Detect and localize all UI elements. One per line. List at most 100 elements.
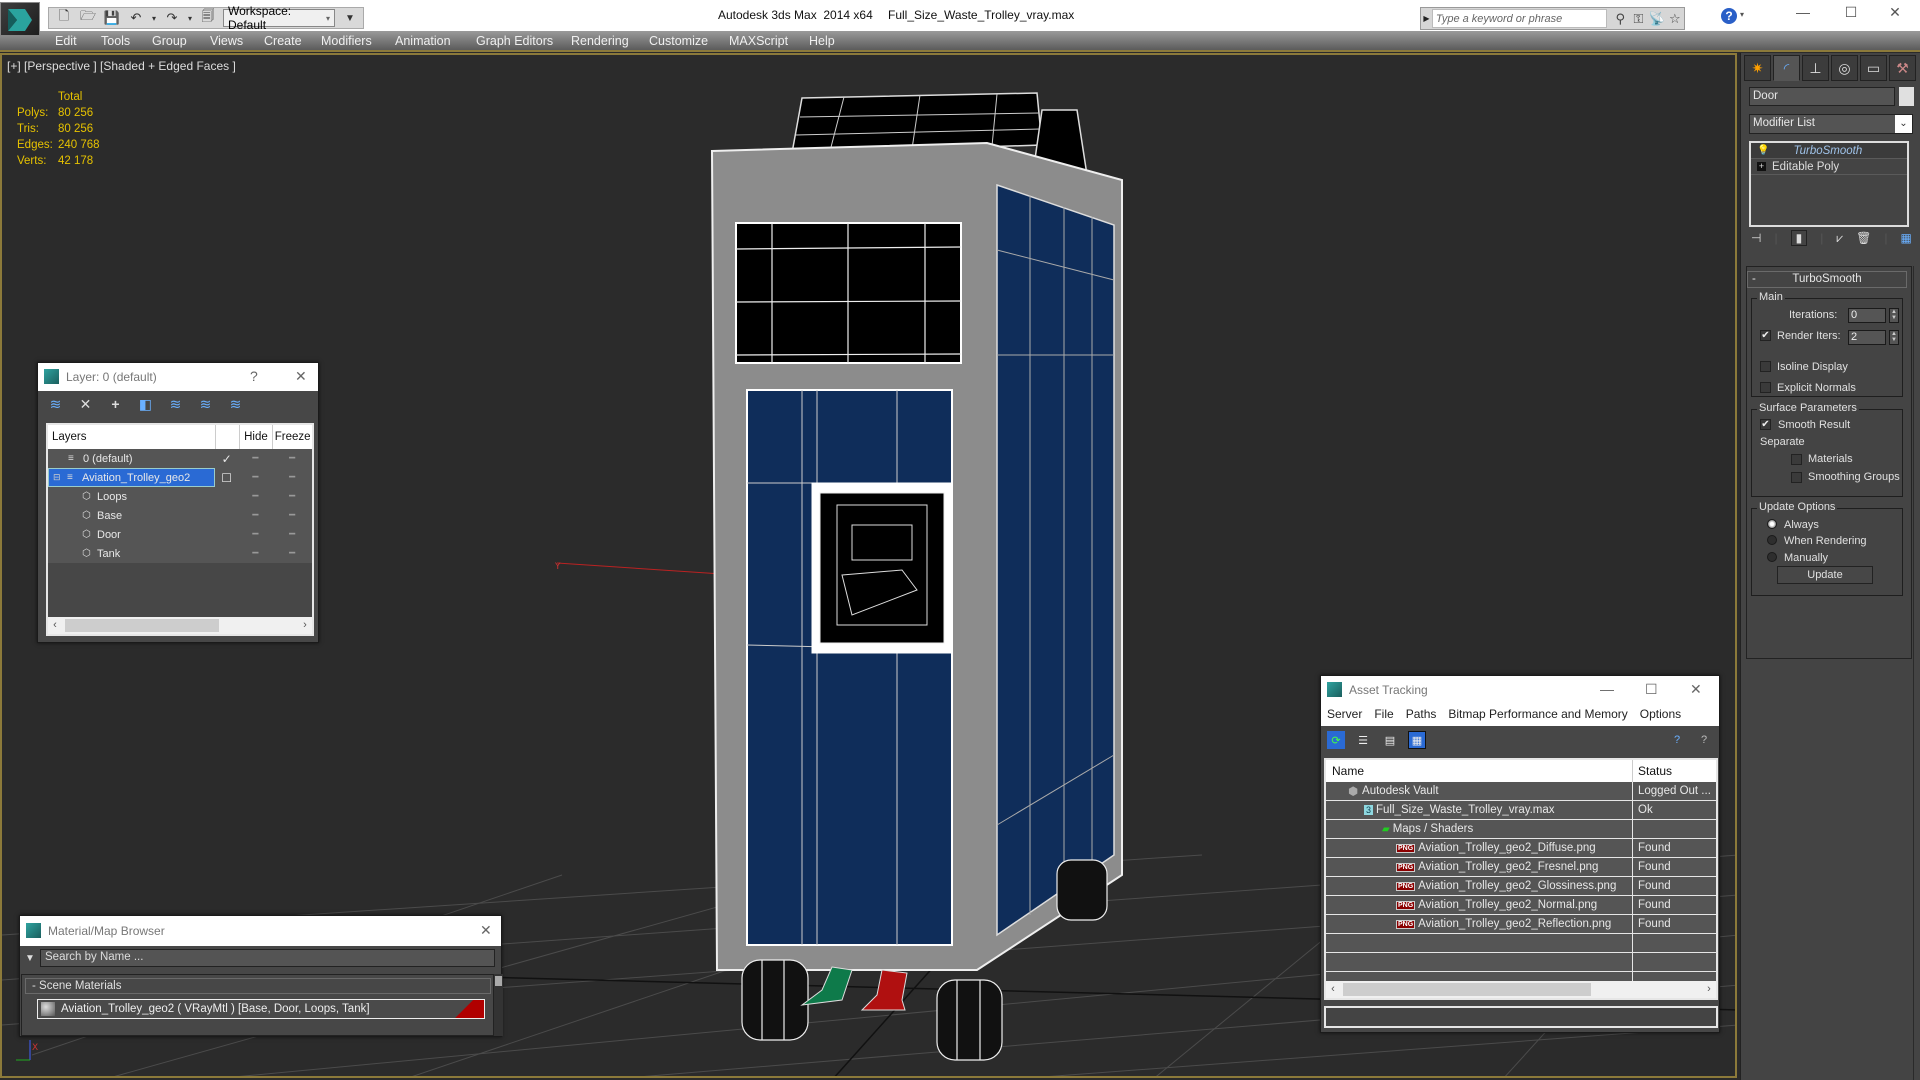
stack-item-turbosmooth[interactable]: 💡 TurboSmooth [1751,143,1907,159]
close-button[interactable]: ✕ [480,922,492,939]
update-button[interactable]: Update [1777,566,1873,584]
object-color-swatch[interactable] [1899,87,1914,106]
smooth-result-checkbox[interactable]: ✔ [1760,419,1771,430]
column-layers[interactable]: Layers [48,431,215,443]
select-objects-icon[interactable]: ◧ [136,395,155,413]
freeze-toggle[interactable]: ━ [272,529,312,540]
hide-toggle[interactable]: ━ [239,453,273,464]
asset-path-field[interactable] [1324,1006,1718,1028]
menu-customize[interactable]: Customize [649,34,708,48]
scrollbar-thumb[interactable] [495,976,502,986]
maximize-button[interactable]: ☐ [1645,681,1658,698]
freeze-toggle[interactable]: ━ [272,491,312,502]
object-row-door[interactable]: ⬡ Door ━ ━ [48,525,312,544]
save-icon[interactable]: 💾 [103,10,121,26]
context-help-icon[interactable]: ? [1695,731,1713,749]
layer-row-aviation-trolley[interactable]: ⊟ ≡ Aviation_Trolley_geo2 ☐ ━ ━ [48,468,312,487]
asset-row-maps[interactable]: ▰ Maps / Shaders [1326,820,1716,839]
redo-icon[interactable]: ↷ [163,10,181,26]
render-iters-input[interactable]: 2 [1848,330,1886,345]
vertical-scrollbar[interactable] [494,974,503,1036]
add-to-layer-icon[interactable]: + [106,395,125,413]
update-manually-radio[interactable] [1767,552,1777,562]
scrollbar-thumb[interactable] [65,619,219,632]
menu-animation[interactable]: Animation [395,34,451,48]
update-when-rendering-radio[interactable] [1767,535,1777,545]
menu-views[interactable]: Views [210,34,243,48]
help-icon[interactable]: ? [1668,731,1686,749]
close-button[interactable]: ✕ [1690,681,1702,698]
asset-row-vault[interactable]: ⬢ Autodesk Vault Logged Out ... [1326,782,1716,801]
asset-row-png[interactable]: PNG Aviation_Trolley_geo2_Glossiness.png … [1326,877,1716,896]
scroll-left-icon[interactable]: ‹ [1326,981,1340,998]
create-tab-icon[interactable]: ✷ [1744,55,1771,81]
project-folder-icon[interactable]: 🗐 [199,8,217,26]
update-always-radio[interactable] [1767,519,1777,529]
help-icon[interactable]: ? [1721,8,1737,24]
customize-toolbar-icon[interactable]: ▼ [341,10,359,26]
layer-properties-icon[interactable]: ≋ [226,395,245,413]
pin-stack-icon[interactable]: ⊣ [1751,231,1761,245]
menu-help[interactable]: Help [809,34,835,48]
hide-toggle[interactable]: ━ [239,491,273,502]
column-hide[interactable]: Hide [238,425,273,449]
asset-row-png[interactable]: PNG Aviation_Trolley_geo2_Normal.png Foun… [1326,896,1716,915]
star-icon[interactable]: ☆ [1666,11,1684,27]
material-item[interactable]: Aviation_Trolley_geo2 ( VRayMtl ) [Base,… [37,999,485,1019]
asset-row-max-file[interactable]: 3 Full_Size_Waste_Trolley_vray.max Ok [1326,801,1716,820]
hide-freeze-all-icon[interactable]: ≋ [196,395,215,413]
scrollbar-thumb[interactable] [1343,983,1591,996]
motion-tab-icon[interactable]: ◎ [1831,55,1858,81]
asset-window-titlebar[interactable]: Asset Tracking — ☐ ✕ [1321,676,1719,704]
panel-scrollbar[interactable] [1913,266,1914,1080]
menu-tools[interactable]: Tools [101,34,130,48]
menu-server[interactable]: Server [1321,704,1368,726]
workspace-dropdown[interactable]: Workspace: Default ▾ [223,4,335,32]
menu-rendering[interactable]: Rendering [571,34,629,48]
modifier-list-dropdown[interactable]: Modifier List ⌄ [1749,114,1913,134]
menu-edit[interactable]: Edit [55,34,77,48]
separate-smoothing-groups-checkbox[interactable] [1791,472,1802,483]
keyword-search-input[interactable]: Type a keyword or phrase [1431,9,1608,28]
object-name-field[interactable]: Door [1749,87,1895,106]
configure-modifier-sets-icon[interactable]: ▦ [1900,231,1911,245]
scene-materials-group[interactable]: - Scene Materials [25,978,491,994]
scroll-right-icon[interactable]: › [1702,981,1716,998]
freeze-toggle[interactable]: ━ [272,510,312,521]
object-row-tank[interactable]: ⬡ Tank ━ ━ [48,544,312,563]
stack-item-editable-poly[interactable]: + Editable Poly [1751,159,1907,175]
table-view-icon[interactable]: ▦ [1408,731,1426,749]
undo-dropdown-icon[interactable]: ▾ [151,10,157,26]
column-current[interactable] [214,425,239,449]
turbosmooth-rollout-header[interactable]: - TurboSmooth [1747,271,1907,288]
open-file-icon[interactable]: 🗁 [79,8,97,26]
utilities-tab-icon[interactable]: ⚒ [1889,55,1916,81]
new-file-icon[interactable]: 🗋 [55,8,73,26]
expand-icon[interactable]: + [1757,162,1766,171]
modify-tab-icon[interactable]: ◜ [1773,55,1800,81]
render-iters-checkbox[interactable]: ✔ [1760,330,1771,341]
iterations-input[interactable]: 0 [1848,308,1886,323]
layer-row-default[interactable]: ≡ 0 (default) ✓ ━ ━ [48,449,312,468]
asset-row-png[interactable]: PNG Aviation_Trolley_geo2_Fresnel.png Fou… [1326,858,1716,877]
help-dropdown-icon[interactable]: ▾ [1740,10,1744,19]
viewport-label[interactable]: [+] [Perspective ] [Shaded + Edged Faces… [7,59,236,73]
material-browser-titlebar[interactable]: Material/Map Browser ✕ [20,916,501,946]
asset-row-png[interactable]: PNG Aviation_Trolley_geo2_Diffuse.png Fou… [1326,839,1716,858]
column-freeze[interactable]: Freeze [272,425,312,449]
current-layer-check[interactable]: ☐ [215,471,239,485]
expand-arrow-icon[interactable]: ▶ [1421,14,1432,23]
current-layer-check[interactable]: ✓ [215,452,239,466]
menu-file[interactable]: File [1368,704,1399,726]
minimize-button[interactable]: — [1600,681,1614,697]
object-row-loops[interactable]: ⬡ Loops ━ ━ [48,487,312,506]
hide-toggle[interactable]: ━ [239,510,273,521]
create-layer-icon[interactable]: ≋ [46,395,65,413]
maximize-button[interactable]: ☐ [1828,4,1874,26]
scroll-left-icon[interactable]: ‹ [48,617,62,634]
material-search-input[interactable]: Search by Name ... [40,949,495,967]
column-status[interactable]: Status [1633,764,1672,778]
remove-modifier-icon[interactable]: 🗑 [1856,231,1871,245]
layer-window-titlebar[interactable]: Layer: 0 (default) ? ✕ [38,363,318,391]
freeze-toggle[interactable]: ━ [272,472,312,483]
